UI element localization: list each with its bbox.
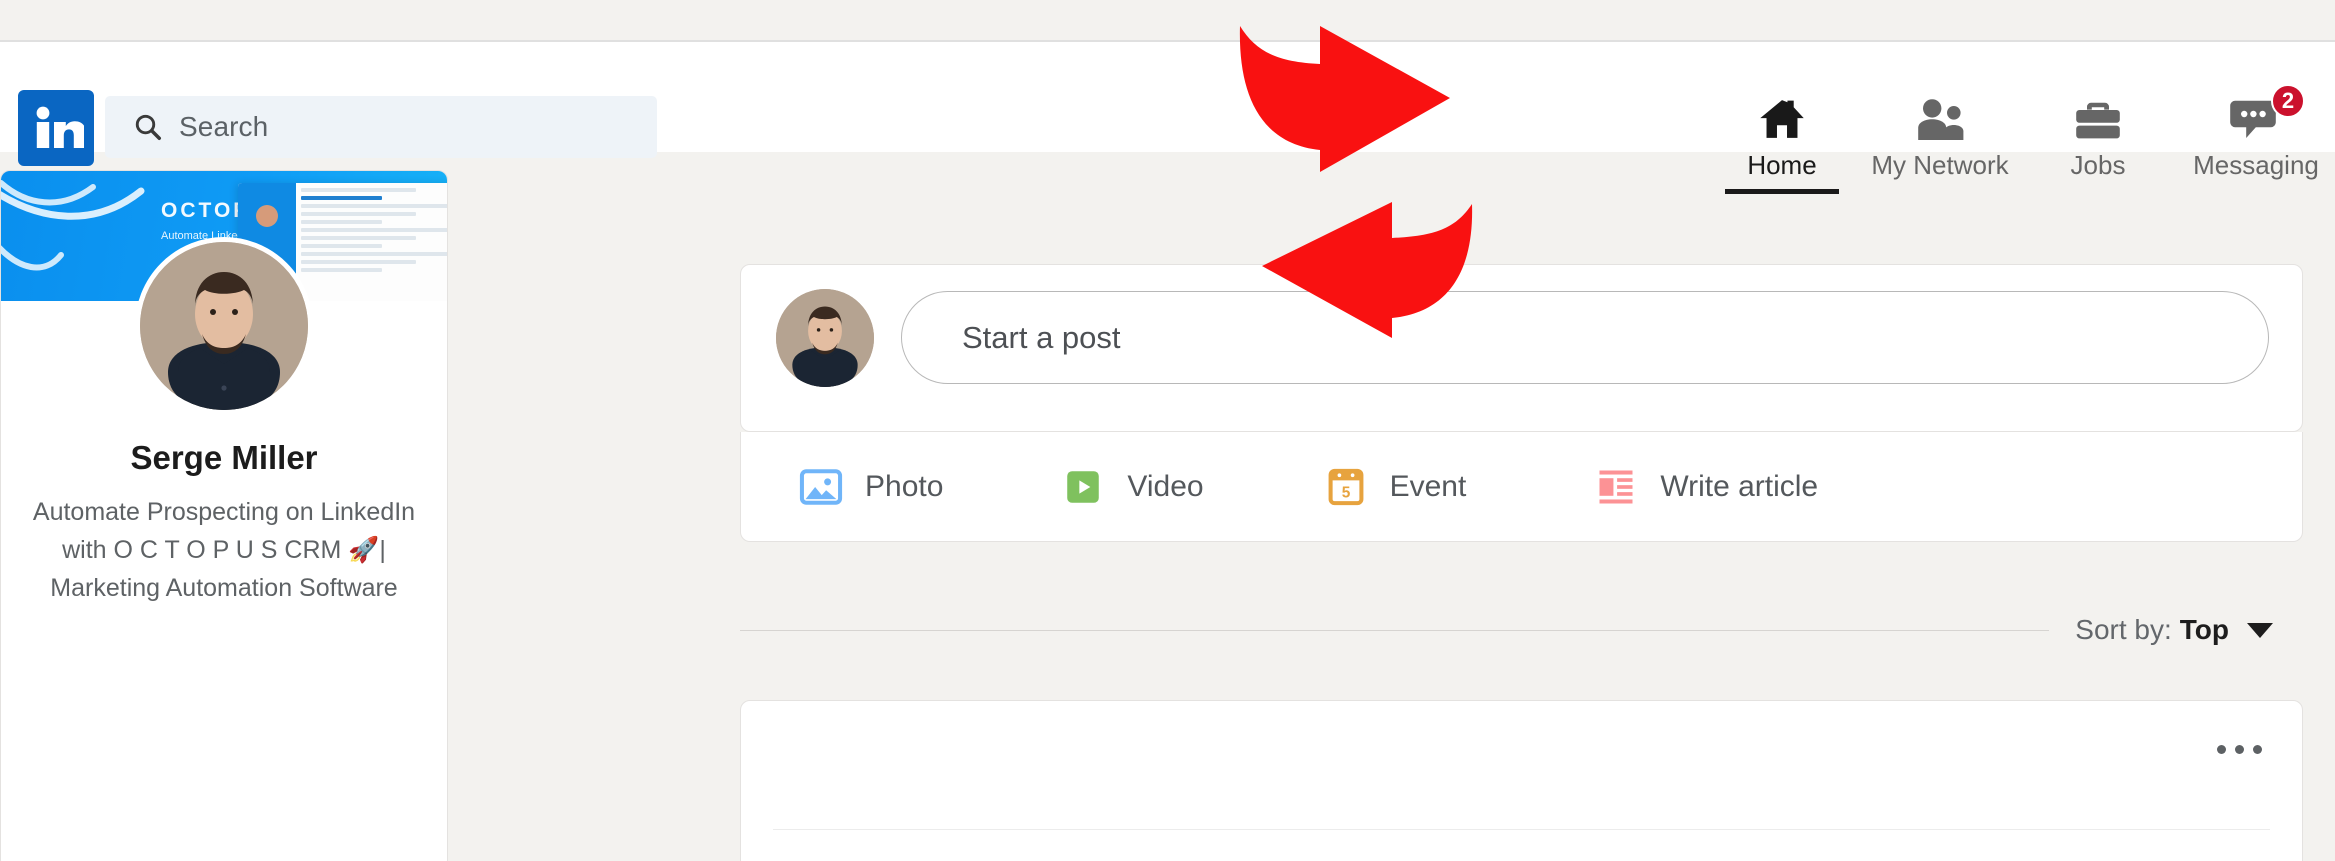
search-placeholder: Search [179,111,269,142]
avatar[interactable] [135,237,313,415]
post-divider [773,829,2270,830]
message-icon: 2 [2229,84,2305,144]
global-header: Search Home My Network Jobs 2 Messaging [0,40,2335,194]
sort-by-value[interactable]: Top [2180,614,2229,646]
share-action-photo[interactable]: Photo [799,465,943,509]
home-icon [1756,94,1808,144]
share-action-write-article[interactable]: Write article [1594,465,1818,509]
people-icon [1913,94,1967,144]
photo-icon [799,465,843,509]
nav-label-jobs: Jobs [2070,150,2126,180]
active-tab-underline [1725,189,1839,194]
feed-sort-bar: Sort by: Top [740,600,2303,660]
share-box-avatar[interactable] [776,289,874,387]
nav-label-messaging: Messaging [2193,150,2319,180]
share-action-label-event: Event [1389,469,1467,503]
profile-sidebar-card[interactable]: OCTOPUS Automate LinkedIn with Octopus C… [0,170,448,861]
search-input[interactable]: Search [105,96,657,158]
sort-by-label: Sort by: [2075,614,2172,645]
share-box-card: Start a post [740,264,2303,432]
chevron-down-icon[interactable] [2247,622,2273,638]
share-action-event[interactable]: 5 Event [1324,465,1467,509]
nav-label-home: Home [1747,150,1817,180]
share-action-video[interactable]: Video [1061,465,1204,509]
linkedin-feed-page: Search Home My Network Jobs 2 Messaging … [0,0,2335,861]
feed-post-card [740,700,2303,861]
svg-text:5: 5 [1341,484,1350,501]
nav-item-my-network[interactable]: My Network [1861,82,2019,194]
event-icon: 5 [1324,465,1368,509]
share-action-label-video: Video [1127,469,1204,503]
article-icon [1594,465,1638,509]
more-options-icon[interactable] [2217,745,2262,754]
start-post-placeholder: Start a post [962,319,1121,355]
share-action-label-photo: Photo [865,469,944,503]
nav-item-home[interactable]: Home [1703,82,1861,194]
sort-divider-line [740,629,2050,631]
primary-navigation: Home My Network Jobs 2 Messaging [1703,82,2335,194]
share-action-label-write-article: Write article [1660,469,1819,503]
start-post-button[interactable]: Start a post [901,291,2269,384]
profile-headline: Automate Prospecting on LinkedIn with O … [32,498,416,602]
search-icon [133,112,163,142]
video-icon [1061,465,1105,509]
linkedin-logo-icon[interactable] [18,90,94,166]
nav-item-messaging[interactable]: 2 Messaging [2177,82,2335,194]
profile-name: Serge Miller [130,439,318,476]
briefcase-icon [2073,94,2123,144]
messaging-unread-badge: 2 [2271,84,2305,118]
share-actions-row: Photo Video 5 Event Write article [740,432,2303,542]
nav-item-jobs[interactable]: Jobs [2019,82,2177,194]
mockup-avatar [256,205,278,227]
nav-label-my-network: My Network [1871,150,2009,180]
